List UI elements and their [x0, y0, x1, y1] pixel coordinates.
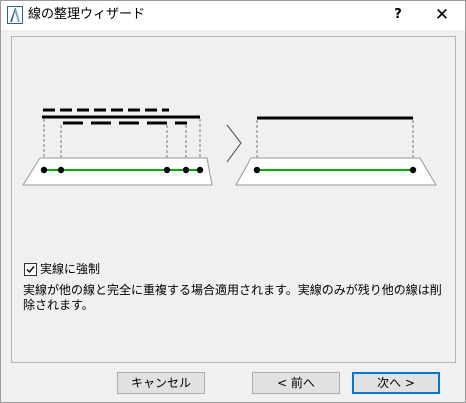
node-dot: [196, 166, 204, 174]
chevron-right-icon: [226, 124, 242, 163]
back-button[interactable]: < 前へ: [252, 372, 340, 394]
node-dot: [409, 166, 417, 174]
help-button[interactable]: ?: [381, 4, 415, 26]
force-solid-label[interactable]: 実線に強制: [40, 262, 100, 276]
line-cleanup-illustration: [22, 108, 437, 186]
before-illustration: [22, 108, 213, 186]
node-dot: [182, 166, 190, 174]
option-description: 実線が他の線と完全に重複する場合適用されます。実線のみが残り他の線は削除されます…: [23, 283, 442, 312]
cancel-button[interactable]: キャンセル: [117, 372, 205, 394]
force-solid-checkbox[interactable]: [24, 263, 37, 276]
checkmark-icon: [26, 266, 35, 274]
content-panel: [11, 36, 456, 363]
window-title: 線の整理ウィザード: [28, 7, 146, 22]
app-icon: [7, 6, 23, 24]
wizard-window: 線の整理ウィザード ? ✕ 実線に強制 実線が他の線と完全に重複する場合適用され…: [0, 0, 466, 403]
node-dot: [57, 166, 65, 174]
after-illustration: [235, 116, 437, 186]
close-button[interactable]: ✕: [425, 4, 459, 26]
node-dot: [163, 166, 171, 174]
next-button[interactable]: 次へ >: [352, 372, 440, 394]
node-dot: [40, 166, 48, 174]
title-bar: 線の整理ウィザード ? ✕: [1, 1, 465, 30]
node-dot: [253, 166, 261, 174]
